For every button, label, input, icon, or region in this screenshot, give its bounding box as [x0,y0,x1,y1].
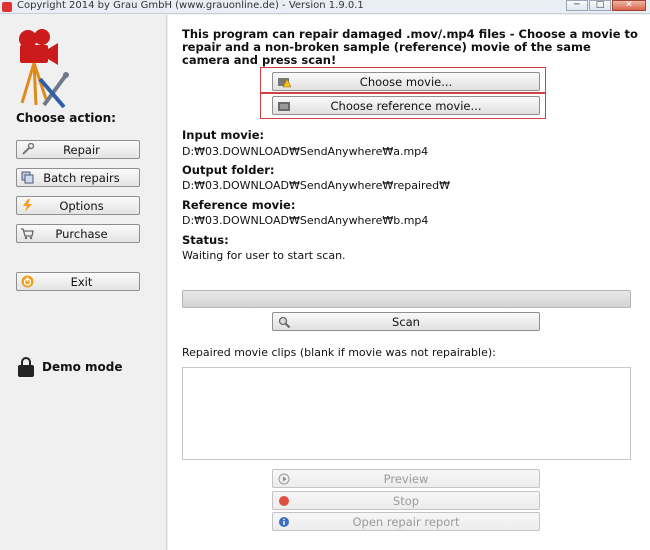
stack-icon [21,171,34,184]
info-icon [279,516,289,527]
options-label: Options [59,198,104,213]
app-logo [19,29,69,109]
open-repair-report-label: Open repair report [352,514,460,529]
purchase-label: Purchase [55,226,108,241]
choose-action-heading: Choose action: [16,111,116,125]
choose-movie-button[interactable]: Choose movie... [272,72,540,91]
scan-button[interactable]: Scan [272,312,540,331]
stop-label: Stop [392,493,420,508]
repair-button[interactable]: Repair [16,140,140,159]
options-button[interactable]: Options [16,196,140,215]
output-folder-value: D:₩03.DOWNLOAD₩SendAnywhere₩repaired₩ [182,179,450,192]
main-panel: This program can repair damaged .mov/.mp… [168,15,650,550]
status-label: Status: [182,233,229,247]
movie-icon [278,101,290,111]
choose-movie-label: Choose movie... [359,74,453,89]
status-value: Waiting for user to start scan. [182,249,346,262]
choose-reference-button[interactable]: Choose reference movie... [272,96,540,115]
power-icon [21,275,34,288]
cart-icon [21,228,34,240]
open-repair-report-button[interactable]: Open repair report [272,512,540,531]
reference-movie-value: D:₩03.DOWNLOAD₩SendAnywhere₩b.mp4 [182,214,429,227]
stop-icon [279,495,289,506]
magnifier-icon [278,316,291,328]
play-icon [278,473,290,484]
maximize-button[interactable]: □ [589,0,611,11]
title-bar: Copyright 2014 by Grau GmbH (www.grauonl… [0,0,650,14]
output-folder-label: Output folder: [182,163,275,177]
stop-button[interactable]: Stop [272,491,540,510]
demo-mode-label: Demo mode [42,360,123,374]
demo-mode-indicator: Demo mode [18,357,123,377]
exit-button[interactable]: Exit [16,272,140,291]
app-icon [2,2,12,12]
input-movie-label: Input movie: [182,128,265,142]
window-title: Copyright 2014 by Grau GmbH (www.grauonl… [17,0,364,11]
batch-repairs-button[interactable]: Batch repairs [16,168,140,187]
batch-repairs-label: Batch repairs [43,170,120,185]
repaired-clips-label: Repaired movie clips (blank if movie was… [182,346,496,359]
scan-progress-bar [182,290,631,308]
scan-label: Scan [392,314,420,329]
wrench-icon [22,143,34,155]
exit-label: Exit [70,274,93,289]
lightning-icon [23,199,32,212]
sidebar: Choose action: Repair Batch repairs Opti… [0,15,167,550]
intro-text: This program can repair damaged .mov/.mp… [182,27,638,67]
input-movie-value: D:₩03.DOWNLOAD₩SendAnywhere₩a.mp4 [182,145,429,158]
repair-label: Repair [63,142,100,157]
reference-movie-label: Reference movie: [182,198,296,212]
preview-label: Preview [383,471,429,486]
close-button[interactable]: ✕ [612,0,646,11]
preview-button[interactable]: Preview [272,469,540,488]
movie-warning-icon [278,77,291,87]
purchase-button[interactable]: Purchase [16,224,140,243]
repaired-clips-list[interactable] [182,367,631,460]
minimize-button[interactable]: ─ [566,0,588,11]
choose-reference-label: Choose reference movie... [330,98,482,113]
lock-icon [18,357,34,377]
